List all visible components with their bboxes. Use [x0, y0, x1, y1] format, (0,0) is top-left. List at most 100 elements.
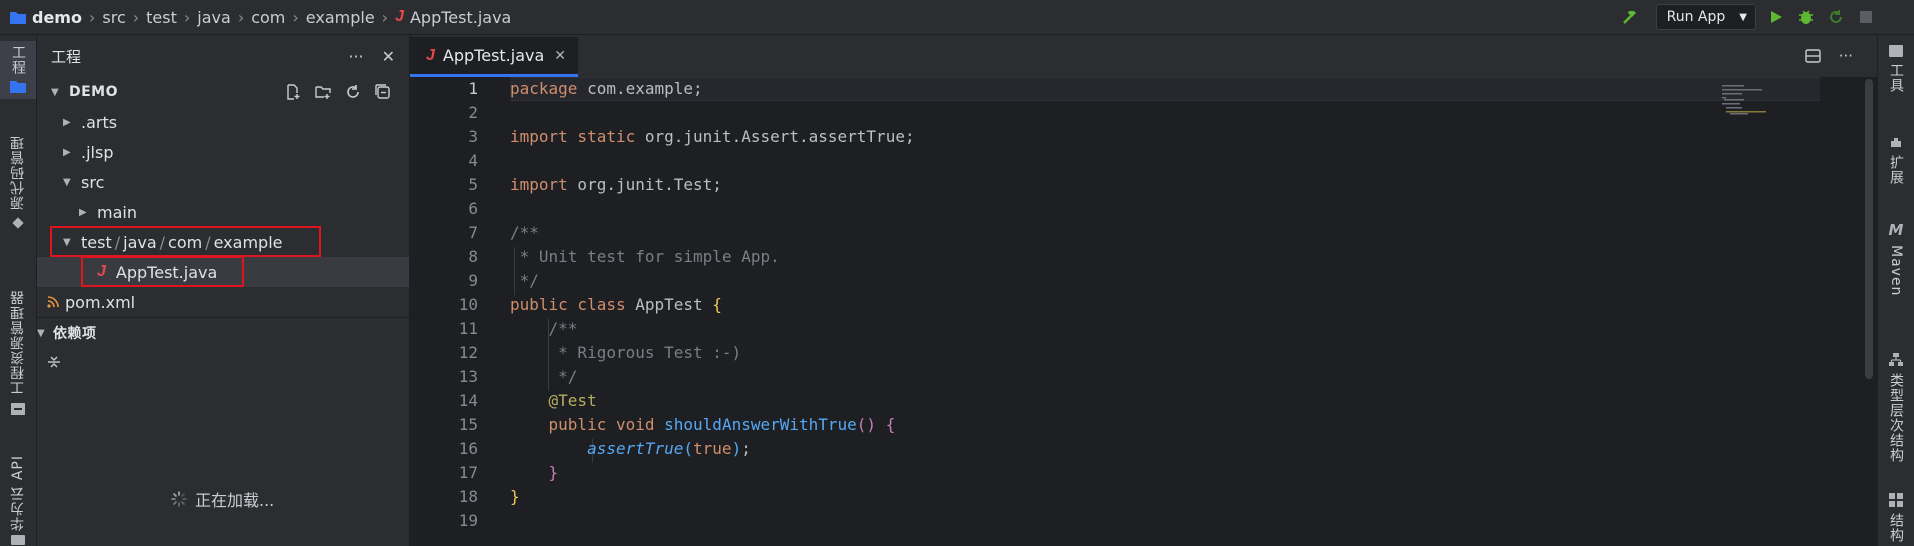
- line-number: 10: [458, 295, 478, 314]
- hierarchy-icon: [1889, 353, 1903, 367]
- more-options-icon[interactable]: ···: [348, 47, 363, 66]
- breadcrumb-example[interactable]: example: [306, 8, 375, 27]
- deps-toolbar: [37, 347, 409, 377]
- chevron-right-icon: ›: [292, 7, 299, 27]
- line-number: 3: [468, 127, 478, 146]
- chevron-right-icon: ›: [237, 7, 245, 27]
- expanded-arrow-icon[interactable]: ▼: [51, 87, 65, 98]
- tree-item-main[interactable]: ▶ main: [37, 197, 409, 227]
- tab-apptest[interactable]: J AppTest.java ✕: [410, 37, 579, 77]
- tool-tab-explorer[interactable]: 工程资源管理器: [0, 290, 36, 440]
- tree-root-demo[interactable]: ▼ DEMO: [37, 77, 409, 107]
- line-number: 12: [458, 343, 478, 362]
- tree-item-label: main: [97, 202, 137, 222]
- chevron-right-icon: ›: [132, 7, 140, 27]
- tree-item-src[interactable]: ▼ src: [37, 167, 409, 197]
- tree-item-label: .arts: [81, 112, 118, 132]
- breadcrumb-src[interactable]: src: [102, 8, 125, 27]
- minimap: [1722, 85, 1766, 115]
- collapse-icon[interactable]: [47, 354, 61, 370]
- tool-tab-extensions-label: 扩展: [1888, 155, 1904, 185]
- tree-item-label: .jlsp: [81, 142, 114, 162]
- tool-tab-cloud-api-label: 华为云 API: [10, 455, 26, 531]
- line-number: 13: [458, 367, 478, 386]
- project-folder-icon: [10, 79, 26, 93]
- line-number: 11: [458, 319, 478, 338]
- collapse-all-icon[interactable]: [375, 84, 391, 100]
- breadcrumb-com[interactable]: com: [251, 8, 285, 27]
- line-number: 7: [468, 223, 478, 242]
- rerun-icon[interactable]: [1824, 5, 1848, 29]
- tool-tab-type-hierarchy-label: 类型层次结构: [1888, 373, 1904, 463]
- close-tab-icon[interactable]: ✕: [554, 48, 566, 64]
- stop-icon[interactable]: [1854, 5, 1878, 29]
- api-icon: [11, 534, 25, 545]
- collapsed-arrow-icon[interactable]: ▶: [63, 117, 77, 128]
- java-file-icon: J: [395, 8, 404, 25]
- breadcrumb-project[interactable]: demo: [32, 8, 82, 27]
- run-icon[interactable]: [1764, 5, 1788, 29]
- tool-tab-project[interactable]: 工程: [0, 41, 36, 99]
- tool-tab-tools[interactable]: 工具: [1878, 45, 1914, 115]
- tool-tab-structure-label: 结构: [1888, 513, 1904, 543]
- breadcrumb: demo › src › test › java › com › example…: [0, 8, 511, 27]
- run-config-select[interactable]: Run App ▼: [1655, 4, 1756, 30]
- tool-tab-structure[interactable]: 结构: [1878, 493, 1914, 545]
- maven-icon: M: [1888, 221, 1904, 239]
- vertical-scrollbar[interactable]: [1865, 79, 1873, 379]
- collapsed-arrow-icon[interactable]: ▶: [79, 207, 93, 218]
- tree-item-jlsp[interactable]: ▶ .jlsp: [37, 137, 409, 167]
- tool-tab-project-label: 工程: [10, 45, 26, 75]
- tool-tab-maven-label: Maven: [1888, 245, 1904, 297]
- tool-tab-type-hierarchy[interactable]: 类型层次结构: [1878, 353, 1914, 483]
- tool-tab-scm[interactable]: 源代码管理: [0, 135, 36, 265]
- right-tool-strip: 工具 扩展 M Maven 类型层次结构 结构: [1877, 35, 1914, 546]
- rss-xml-icon: [47, 296, 59, 308]
- line-number: 16: [458, 439, 478, 458]
- refresh-icon[interactable]: [345, 84, 361, 100]
- more-options-icon[interactable]: ···: [1839, 47, 1853, 65]
- deps-section[interactable]: ▼ 依赖项: [37, 317, 409, 348]
- chevron-right-icon: ›: [88, 7, 96, 27]
- tree-item-label: pom.xml: [65, 292, 136, 312]
- line-number: 19: [458, 511, 478, 530]
- caret-down-icon: ▼: [1739, 11, 1747, 23]
- tree-item-arts[interactable]: ▶ .arts: [37, 107, 409, 137]
- tool-tab-tools-label: 工具: [1888, 63, 1904, 93]
- breadcrumb-java[interactable]: java: [197, 8, 231, 27]
- highlight-box-package: [50, 226, 321, 257]
- new-folder-icon[interactable]: [315, 84, 331, 100]
- project-panel: 工程 ··· ✕ ▼ DEMO ▶ .arts ▶ .jlsp ▼ src ▶ …: [37, 35, 410, 546]
- loading-text: 正在加载...: [195, 491, 275, 510]
- tool-tab-extensions[interactable]: 扩展: [1878, 135, 1914, 225]
- breadcrumb-file[interactable]: AppTest.java: [410, 8, 511, 27]
- expanded-arrow-icon[interactable]: ▼: [37, 328, 51, 339]
- collapsed-arrow-icon[interactable]: ▶: [63, 147, 77, 158]
- tool-tab-maven[interactable]: M Maven: [1878, 221, 1914, 331]
- close-icon[interactable]: ✕: [382, 47, 395, 66]
- run-config-label: Run App: [1666, 9, 1726, 25]
- split-editor-icon[interactable]: [1804, 49, 1821, 63]
- line-number: 8: [468, 247, 478, 266]
- hammer-icon[interactable]: [1618, 5, 1642, 29]
- breadcrumb-test[interactable]: test: [146, 8, 177, 27]
- java-file-icon: J: [426, 46, 435, 64]
- expanded-arrow-icon[interactable]: ▼: [63, 177, 77, 188]
- line-number: 4: [468, 151, 478, 170]
- loading-indicator: 正在加载...: [171, 487, 274, 511]
- tree-actions: [285, 84, 391, 100]
- folder-icon: [10, 10, 26, 24]
- tool-tab-cloud-api[interactable]: 华为云 API: [0, 455, 36, 545]
- debug-icon[interactable]: [1794, 5, 1818, 29]
- tree-item-label: src: [81, 172, 105, 192]
- tree-root-label: DEMO: [69, 84, 119, 100]
- tree-item-pom[interactable]: pom.xml: [37, 287, 409, 317]
- extensions-icon: [1889, 135, 1903, 149]
- tool-tab-explorer-label: 工程资源管理器: [10, 290, 26, 395]
- chevron-right-icon: ›: [183, 7, 191, 27]
- project-panel-title: 工程: [51, 47, 82, 66]
- line-number: 15: [458, 415, 478, 434]
- new-file-icon[interactable]: [285, 84, 301, 100]
- tab-label: AppTest.java: [442, 46, 545, 65]
- line-number: 9: [468, 271, 478, 290]
